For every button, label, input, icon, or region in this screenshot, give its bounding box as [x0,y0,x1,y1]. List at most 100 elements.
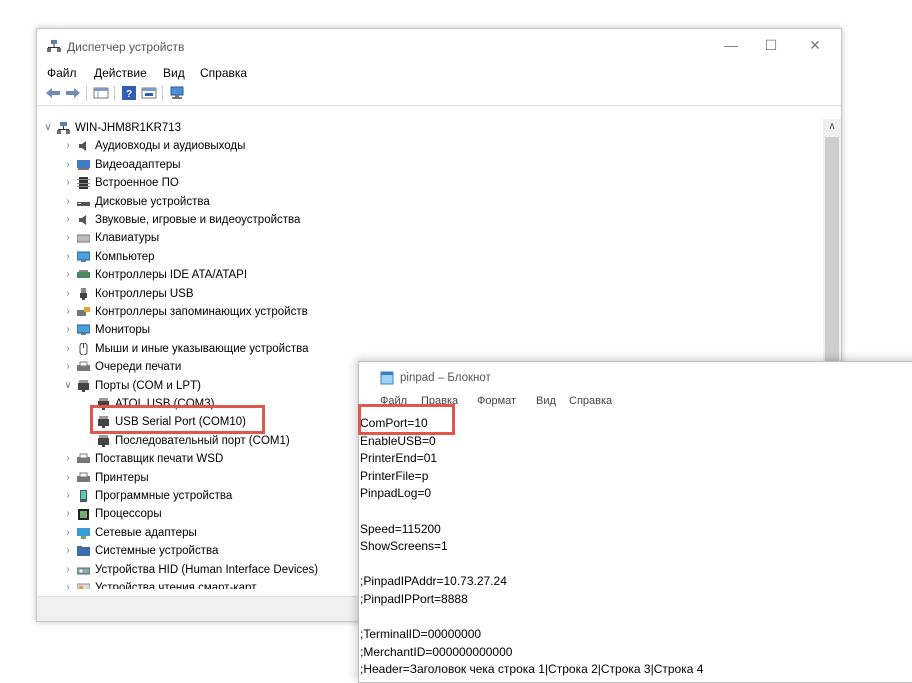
dm-toolbar: ? [37,83,841,106]
tree-item-label: Дисковые устройства [95,195,210,208]
menu-action[interactable]: Действие [94,66,147,80]
chevron-right-icon[interactable]: › [63,285,73,303]
np-text-area[interactable]: ComPort=10 EnableUSB=0 PrinterEnd=01 Printe… [360,415,703,679]
tree-item[interactable]: › Звуковые, игровые и видеоустройства [37,211,817,229]
software-device-icon [80,490,87,502]
tree-item[interactable]: › Дисковые устройства [37,193,817,211]
chevron-right-icon[interactable]: › [63,174,73,192]
chevron-right-icon[interactable]: › [63,524,73,542]
chevron-right-icon[interactable]: › [63,358,73,376]
text-line: EnableUSB=0 [360,433,436,448]
np-menu-view[interactable]: Вид [536,395,556,407]
highlight-com10-device [90,405,265,434]
monitor-icon [77,251,90,262]
tree-item-label: Встроенное ПО [95,177,179,190]
chevron-right-icon[interactable]: › [63,303,73,321]
chevron-right-icon[interactable]: › [63,542,73,560]
back-arrow-icon[interactable] [45,86,61,100]
chevron-right-icon[interactable]: › [63,248,73,266]
smartcard-icon [77,583,90,589]
port-icon [78,379,89,392]
tree-item-label: Клавиатуры [95,232,160,245]
chevron-right-icon[interactable]: › [63,579,73,589]
printer-icon [77,472,90,482]
tree-item-label: Сетевые адаптеры [95,526,197,539]
tree-item[interactable]: › Аудиовходы и аудиовыходы [37,137,817,155]
text-line: PrinterFile=p [360,468,429,483]
keyboard-icon [77,234,90,243]
scan-hardware-icon[interactable] [169,86,185,100]
cpu-icon [78,509,89,521]
text-line [360,503,703,521]
menu-file[interactable]: Файл [47,66,77,80]
scroll-up-arrow-icon[interactable]: ∧ [823,119,841,135]
maximize-button[interactable]: ☐ [759,35,783,55]
text-line: ;PinpadIPPort=8888 [360,591,468,606]
printer-icon [77,361,90,372]
tree-item-label: Звуковые, игровые и видеоустройства [95,214,301,226]
tree-item-label: Устройства чтения смарт-карт [95,582,257,589]
network-icon [77,527,90,539]
tree-item-label: Принтеры [95,471,149,484]
port-icon [98,434,109,447]
chevron-right-icon[interactable]: › [63,266,73,284]
menu-view[interactable]: Вид [163,66,185,80]
chevron-right-icon[interactable]: › [63,211,73,229]
text-line: ;MerchantID=000000000000 [360,644,513,659]
notepad-icon [380,371,394,385]
np-menu-help[interactable]: Справка [569,395,612,407]
tree-item[interactable]: ∨ WIN-JHM8R1KR713 [37,119,817,137]
chevron-right-icon[interactable]: › [63,340,73,358]
chevron-right-icon[interactable]: › [63,193,73,211]
forward-arrow-icon[interactable] [65,86,81,100]
tree-item[interactable]: › Контроллеры USB [37,285,817,303]
chevron-right-icon[interactable]: › [63,321,73,339]
dm-menubar: Файл Действие Вид Справка [37,63,841,83]
tree-item-label: Контроллеры запоминающих устройств [95,306,308,318]
display-adapter-icon [77,159,90,170]
chevron-down-icon[interactable]: ∨ [43,119,53,137]
menu-help[interactable]: Справка [200,66,247,80]
text-line: Speed=115200 [360,521,441,536]
tree-item-label: Поставщик печати WSD [95,453,224,466]
toolbar-separator [86,86,87,101]
chevron-right-icon[interactable]: › [63,469,73,487]
tree-item-label: Устройства HID (Human Interface Devices) [95,563,319,576]
tree-item[interactable]: › Компьютер [37,248,817,266]
tree-item[interactable]: › Контроллеры запоминающих устройств [37,303,817,321]
text-line [360,556,703,574]
tree-item[interactable]: › Видеоадаптеры [37,156,817,174]
text-line: PinpadLog=0 [360,486,432,501]
text-line: PrinterEnd=01 [360,451,438,466]
update-driver-icon[interactable] [141,86,157,100]
np-titlebar[interactable]: pinpad – Блокнот [359,362,912,394]
disk-icon [77,201,90,206]
text-line: ;Header=Заголовок чека строка 1|Строка 2… [360,662,704,677]
chevron-right-icon[interactable]: › [63,229,73,247]
help-icon[interactable]: ? [121,86,137,100]
chevron-down-icon[interactable]: ∨ [63,377,73,395]
tree-item-label: Компьютер [95,250,155,263]
chevron-right-icon[interactable]: › [63,137,73,155]
minimize-button[interactable]: — [719,35,743,55]
tree-item[interactable]: › Клавиатуры [37,229,817,247]
computer-icon [57,122,70,134]
properties-grid-icon[interactable] [93,86,109,100]
np-menu-format[interactable]: Формат [477,395,516,407]
tree-item-label: Мониторы [95,324,151,337]
chevron-right-icon[interactable]: › [63,487,73,505]
dm-titlebar[interactable]: Диспетчер устройств — ☐ ✕ [37,29,841,63]
tree-item-label: Контроллеры USB [95,287,194,300]
close-button[interactable]: ✕ [803,35,827,55]
tree-item[interactable]: › Контроллеры IDE ATA/ATAPI [37,266,817,284]
chevron-right-icon[interactable]: › [63,561,73,579]
toolbar-separator [114,86,115,101]
chevron-right-icon[interactable]: › [63,505,73,523]
tree-item[interactable]: › Встроенное ПО [37,174,817,192]
tree-item[interactable]: › Мониторы [37,321,817,339]
tree-item[interactable]: › Мыши и иные указывающие устройства [37,340,817,358]
mouse-icon [79,342,88,355]
tree-item-label: Последовательный порт (COM1) [115,434,290,447]
chevron-right-icon[interactable]: › [63,450,73,468]
chevron-right-icon[interactable]: › [63,156,73,174]
